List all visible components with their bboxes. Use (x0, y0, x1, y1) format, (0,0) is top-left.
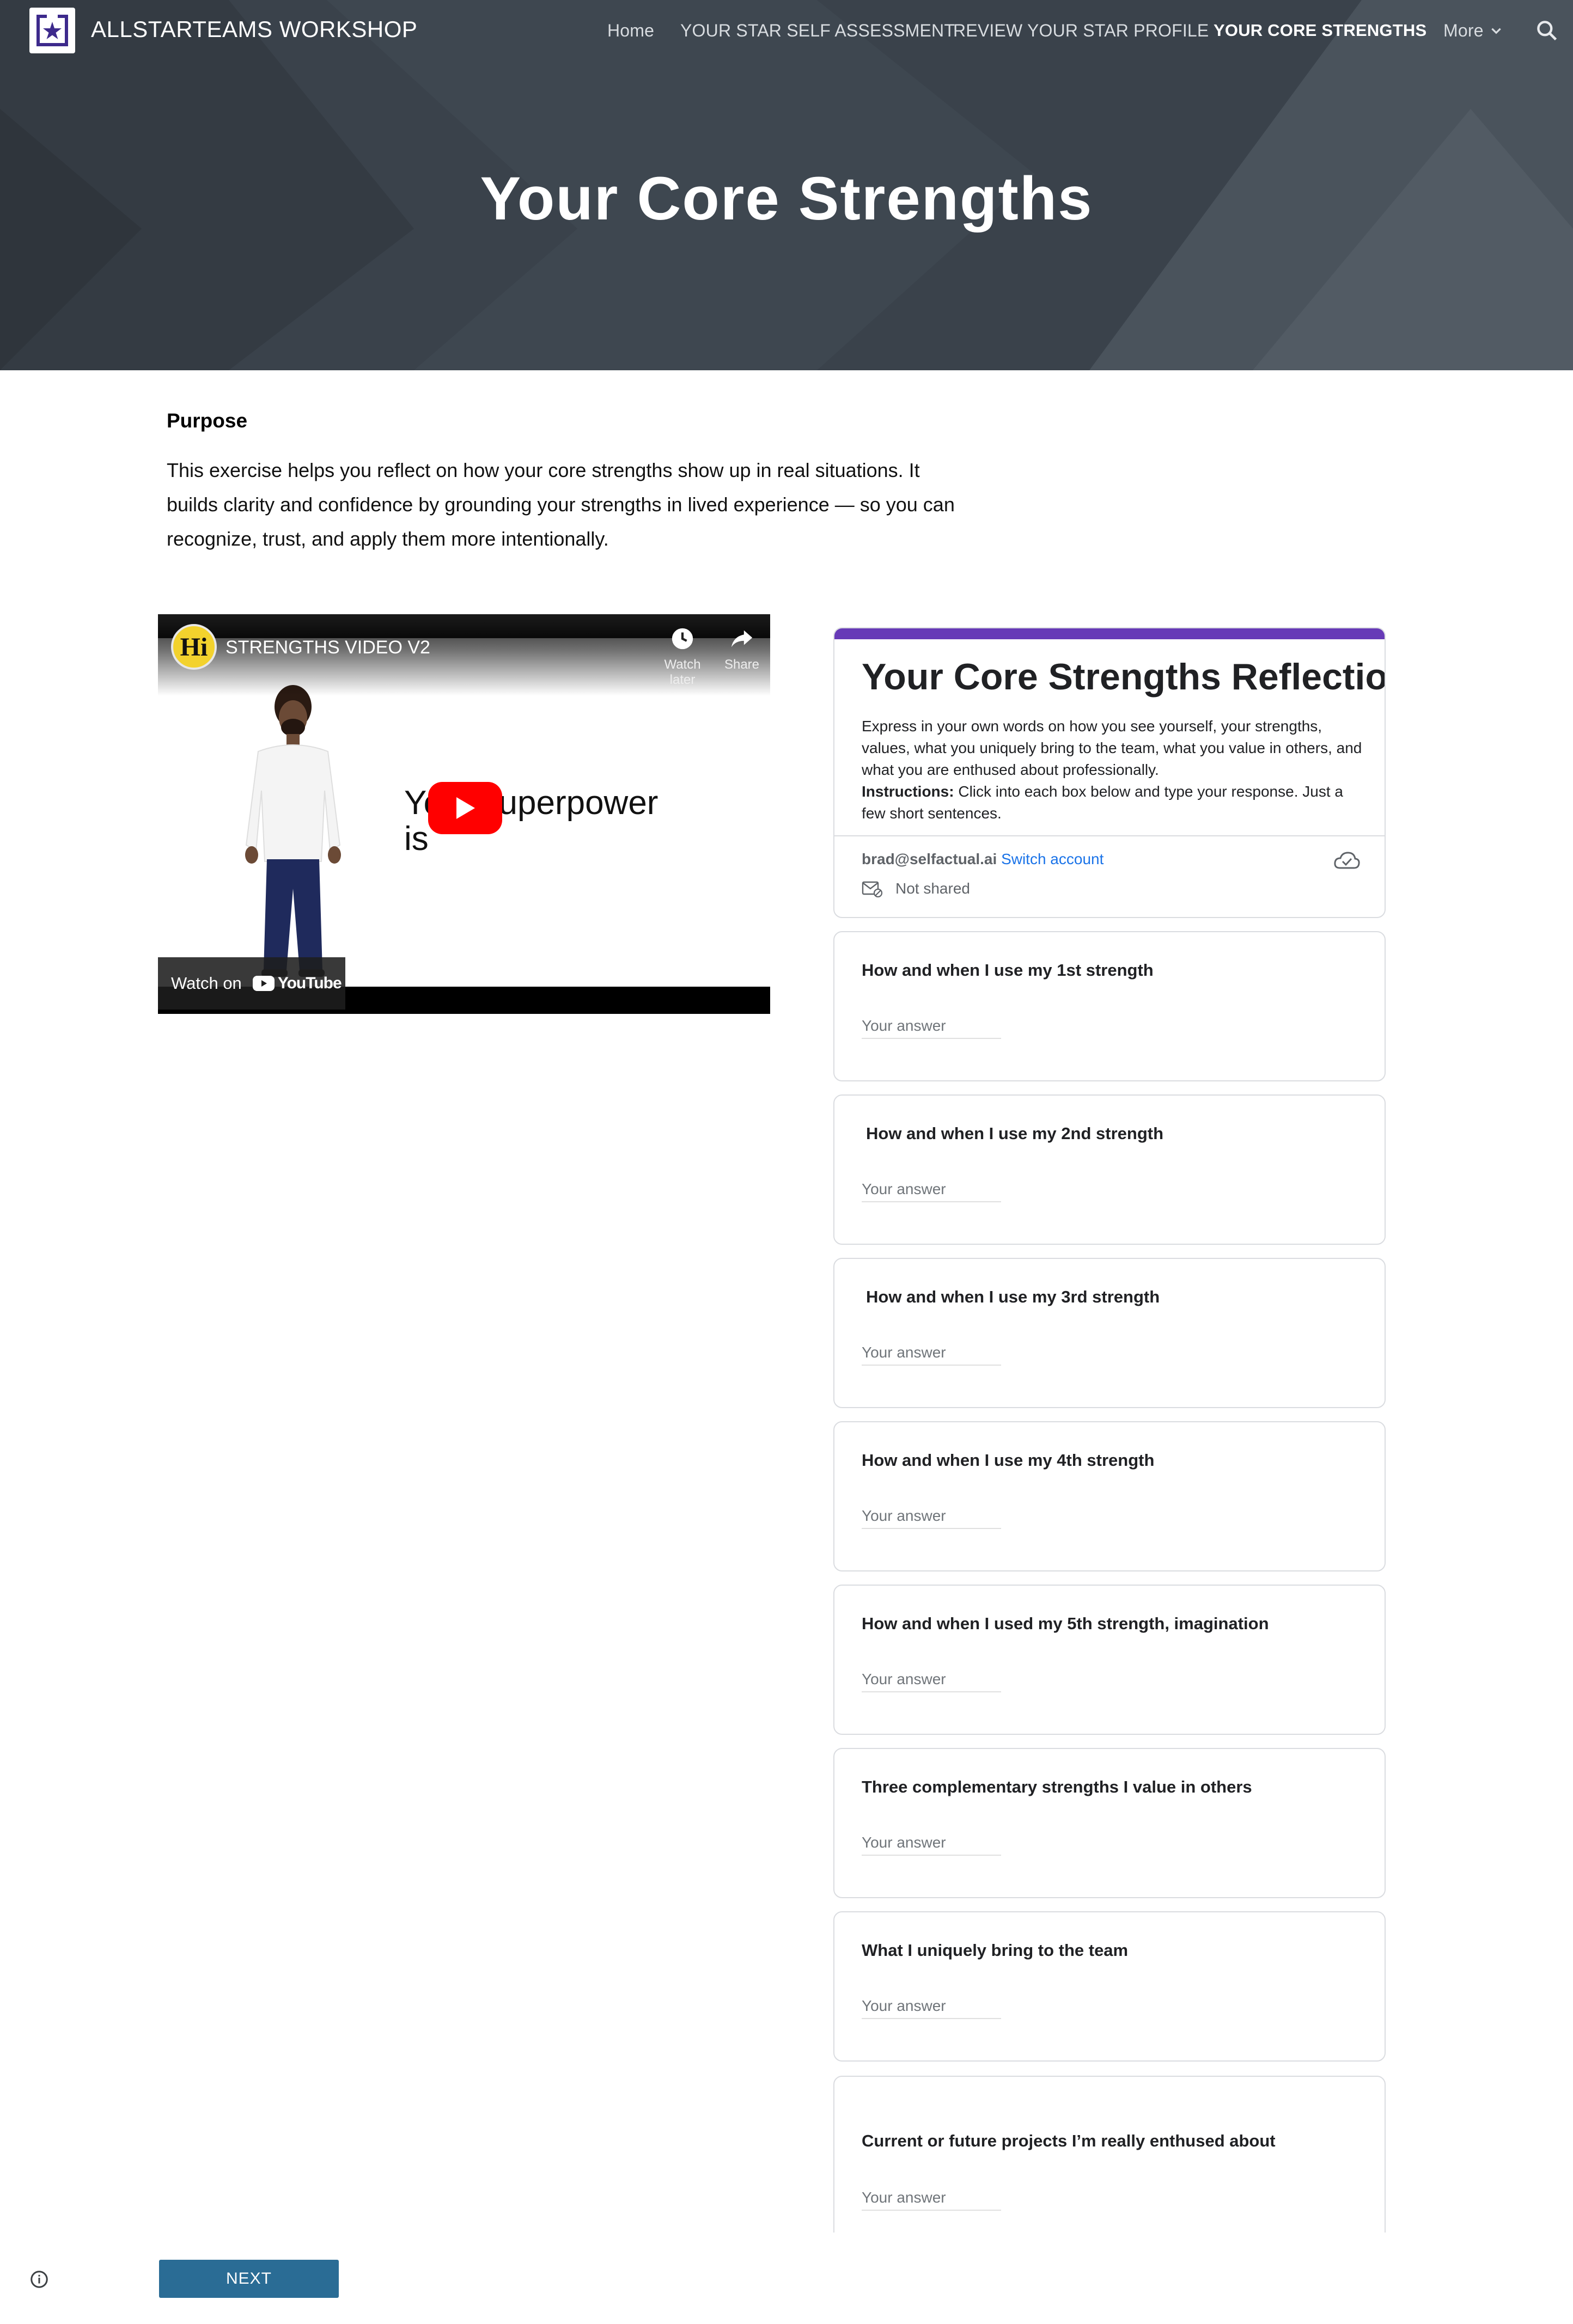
question-card-3rd-strength: How and when I use my 3rd strength (833, 1258, 1386, 1408)
video-title[interactable]: STRENGTHS VIDEO V2 (225, 637, 430, 658)
answer-input-3rd-strength[interactable] (862, 1341, 1001, 1366)
purpose-text: This exercise helps you reflect on how y… (167, 459, 955, 550)
presenter-figure (245, 685, 341, 977)
question-card-2nd-strength: How and when I use my 2nd strength (833, 1094, 1386, 1245)
answer-input-4th-strength[interactable] (862, 1504, 1001, 1529)
question-label: How and when I use my 4th strength (862, 1451, 1155, 1470)
form-embed-clip: Current or future projects I’m really en… (817, 2069, 1416, 2233)
share-icon (731, 630, 753, 647)
star-logo-icon (36, 14, 68, 46)
answer-input-complementary-strengths[interactable] (862, 1831, 1001, 1856)
youtube-play-icon (252, 976, 275, 991)
answer-input-1st-strength[interactable] (862, 1014, 1001, 1039)
site-header: ALLSTARTEAMS WORKSHOP Home YOUR STAR SEL… (0, 0, 1573, 370)
play-button[interactable] (428, 782, 502, 834)
site-info-button[interactable] (29, 2270, 49, 2289)
watch-on-label: Watch on (171, 974, 242, 993)
mail-lock-icon (862, 881, 882, 897)
share-label: Share (724, 657, 760, 672)
watch-later-label: Watch later (664, 657, 701, 687)
answer-input-5th-strength[interactable] (862, 1667, 1001, 1692)
page-title: Your Core Strengths (480, 164, 1093, 233)
form-divider (834, 835, 1385, 836)
question-card-4th-strength: How and when I use my 4th strength (833, 1421, 1386, 1571)
question-card-unique-contribution: What I uniquely bring to the team (833, 1911, 1386, 2062)
question-card-5th-strength: How and when I used my 5th strength, ima… (833, 1585, 1386, 1735)
question-label: How and when I use my 2nd strength (866, 1124, 1164, 1143)
play-icon (456, 797, 475, 819)
nav-more-menu[interactable]: More (1443, 21, 1503, 41)
search-icon (1537, 21, 1557, 41)
site-title[interactable]: ALLSTARTEAMS WORKSHOP (91, 16, 417, 42)
cloud-check-icon (1334, 852, 1360, 869)
channel-avatar[interactable]: Hi (171, 624, 217, 670)
youtube-video-embed[interactable]: Your superpower is Hi STRENGTHS VIDEO V2… (158, 614, 770, 1014)
nav-core-strengths[interactable]: YOUR CORE STRENGTHS (1214, 21, 1426, 40)
question-card-1st-strength: How and when I use my 1st strength (833, 931, 1386, 1081)
question-label: How and when I used my 5th strength, ima… (862, 1614, 1269, 1633)
form-title: Your Core Strengths Reflection (862, 656, 1386, 698)
youtube-logo: YouTube (252, 974, 342, 993)
question-label: How and when I use my 3rd strength (866, 1287, 1160, 1306)
not-shared-label: Not shared (895, 880, 970, 897)
question-label: What I uniquely bring to the team (862, 1941, 1129, 1960)
not-shared-status: Not shared (862, 880, 970, 897)
next-button[interactable]: NEXT (159, 2260, 339, 2298)
switch-account-link[interactable]: Switch account (1001, 851, 1103, 867)
search-button[interactable] (1535, 19, 1559, 42)
chevron-down-icon (1491, 28, 1501, 34)
question-card-enthused-projects: Current or future projects I’m really en… (833, 2076, 1386, 2233)
account-email: brad@selfactual.ai (862, 851, 997, 867)
youtube-wordmark: YouTube (277, 974, 342, 992)
question-card-complementary-strengths: Three complementary strengths I value in… (833, 1748, 1386, 1898)
watch-later-button[interactable]: Watch later (650, 626, 715, 688)
answer-input-2nd-strength[interactable] (862, 1177, 1001, 1202)
question-label: Current or future projects I’m really en… (862, 2131, 1276, 2150)
share-button[interactable]: Share (709, 626, 770, 672)
account-line: brad@selfactual.ai Switch account (862, 851, 1103, 868)
answer-input-unique-contribution[interactable] (862, 1994, 1001, 2019)
form-description-text: Express in your own words on how you see… (862, 718, 1362, 778)
info-icon (31, 2271, 48, 2288)
purpose-heading: Purpose (167, 409, 248, 432)
top-navigation: ALLSTARTEAMS WORKSHOP Home YOUR STAR SEL… (0, 0, 1573, 61)
question-label: How and when I use my 1st strength (862, 961, 1154, 980)
answer-input-enthused-projects[interactable] (862, 2186, 1001, 2211)
clock-icon (672, 628, 693, 650)
nav-review-star-profile[interactable]: REVIEW YOUR STAR PROFILE (953, 21, 1209, 41)
nav-more-label: More (1443, 21, 1484, 40)
form-header-card: Your Core Strengths Reflection Express i… (833, 627, 1386, 918)
question-label: Three complementary strengths I value in… (862, 1777, 1252, 1796)
nav-home[interactable]: Home (607, 21, 654, 41)
form-accent-bar (834, 628, 1385, 639)
watch-on-youtube-link[interactable]: Watch on YouTube (158, 957, 345, 1010)
site-logo[interactable] (29, 8, 75, 53)
nav-star-self-assessment[interactable]: YOUR STAR SELF ASSESSMENT (680, 21, 955, 41)
form-instructions-label: Instructions: (862, 783, 954, 800)
form-description: Express in your own words on how you see… (862, 715, 1363, 824)
